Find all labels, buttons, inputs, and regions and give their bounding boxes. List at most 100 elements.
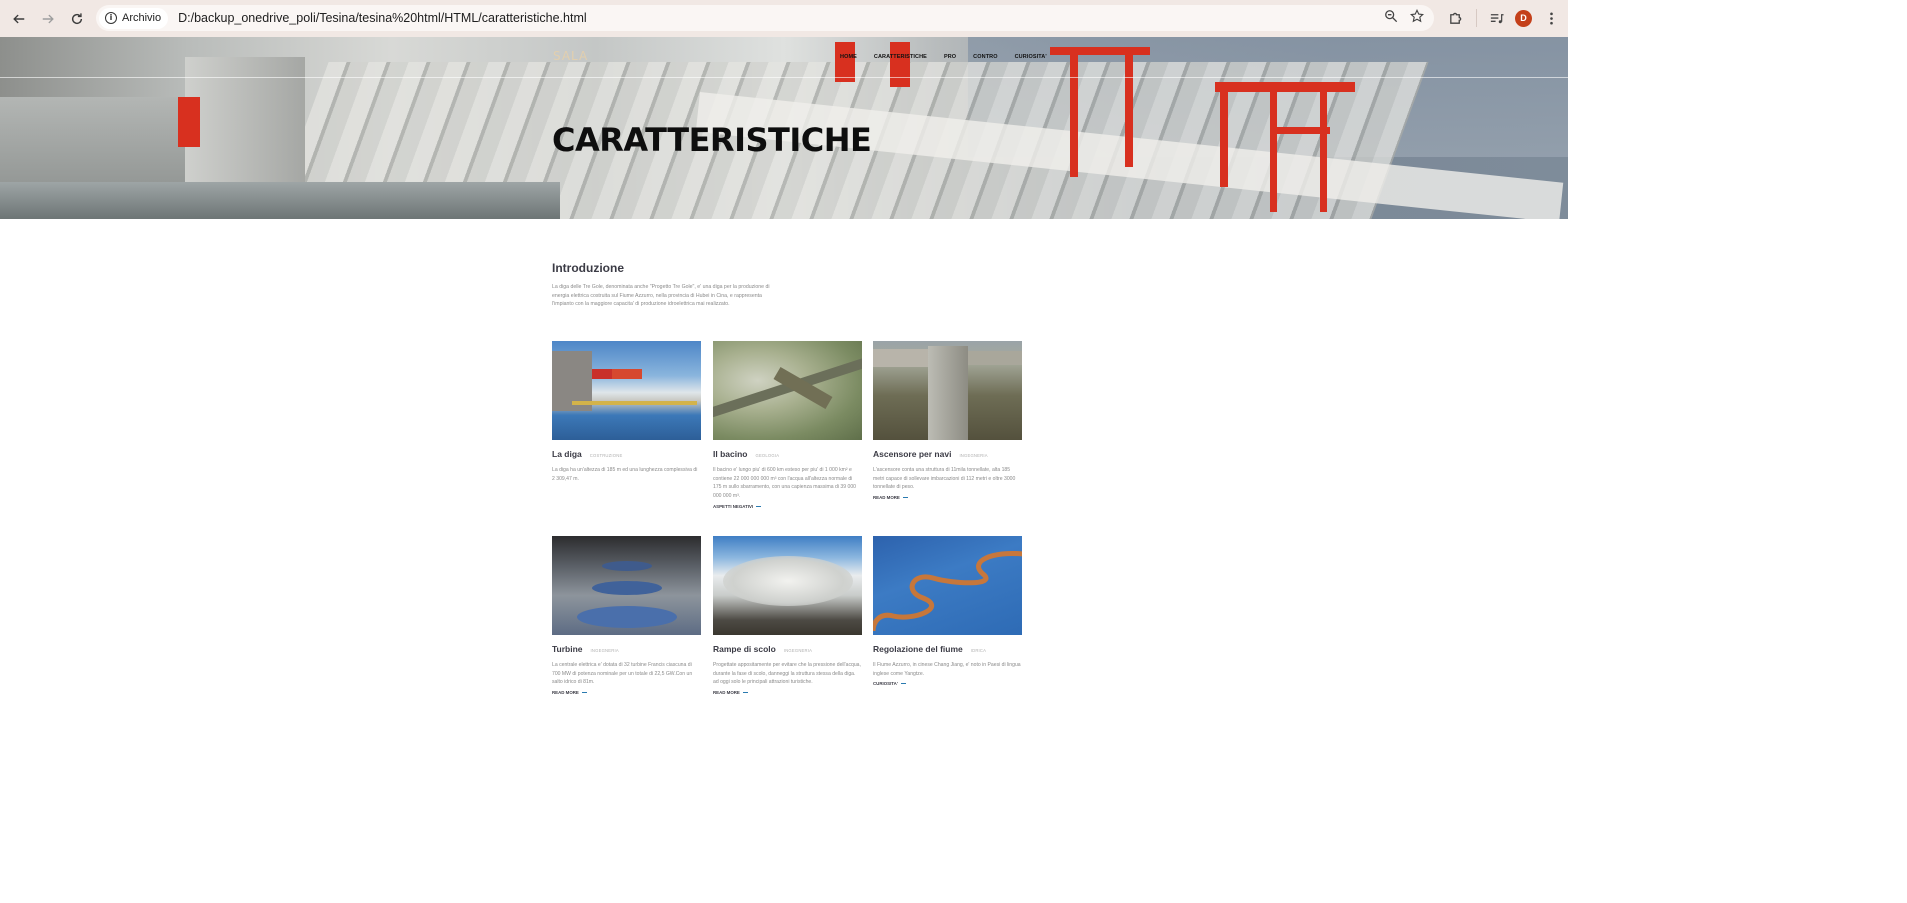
card-image-basin[interactable] <box>713 341 862 440</box>
nav-contro[interactable]: CONTRO <box>973 54 997 60</box>
site-logo[interactable]: SALA <box>553 49 588 63</box>
read-more-link[interactable]: ASPETTI NEGATIVI <box>713 504 862 509</box>
read-more-label: CURIOSITA' <box>873 681 898 687</box>
browser-toolbar: i Archivio D:/backup_onedrive_poli/Tesin… <box>0 0 1568 37</box>
crane <box>1270 92 1277 212</box>
card-description: La centrale elettrica e' dotata di 32 tu… <box>552 662 693 686</box>
card-category: GEOLOGIA <box>755 453 780 458</box>
read-more-link[interactable]: CURIOSITA' <box>873 681 1022 686</box>
site-info-chip[interactable]: i Archivio <box>99 7 169 29</box>
hero-building <box>185 57 305 182</box>
site-nav: HOME CARATTERISTICHE PRO CONTRO CURIOSIT… <box>840 54 1064 60</box>
arrow-dash-icon <box>756 505 762 507</box>
image-turbine-disk <box>577 606 677 628</box>
crane <box>1320 92 1327 212</box>
crane <box>1070 47 1078 177</box>
more-vertical-icon <box>1549 12 1553 24</box>
arrow-left-icon <box>13 14 25 23</box>
arrow-dash-icon <box>900 683 906 685</box>
intro-heading: Introduzione <box>552 261 624 275</box>
card-description: Progettate appositamente per evitare che… <box>713 662 861 686</box>
card-il-bacino: Il bacino GEOLOGIA Il bacino e' lungo pi… <box>713 341 862 509</box>
card-image-shiplift[interactable] <box>873 341 1022 440</box>
card-title[interactable]: Regolazione del fiume <box>873 644 963 654</box>
card-category: COSTRUZIONE <box>589 453 623 458</box>
card-description: Il bacino e' lungo piu' di 600 km esteso… <box>713 467 856 500</box>
image-dam-crane <box>612 369 642 379</box>
info-icon: i <box>105 12 117 24</box>
card-la-diga: La diga COSTRUZIONE La diga ha un'altezz… <box>552 341 701 483</box>
back-button[interactable] <box>8 8 30 30</box>
crane <box>1220 92 1228 187</box>
card-image-dam[interactable] <box>552 341 701 440</box>
puzzle-icon <box>1449 12 1461 24</box>
url-text[interactable]: D:/backup_onedrive_poli/Tesina/tesina%20… <box>178 11 587 25</box>
card-image-river[interactable] <box>873 536 1022 635</box>
profile-avatar[interactable]: D <box>1515 9 1532 27</box>
toolbar-divider <box>1476 9 1477 27</box>
card-title[interactable]: Il bacino <box>713 449 747 459</box>
crane <box>1275 127 1330 134</box>
address-bar[interactable]: i Archivio D:/backup_onedrive_poli/Tesin… <box>96 5 1434 31</box>
card-image-turbines[interactable] <box>552 536 701 635</box>
read-more-label: READ MORE <box>873 495 900 501</box>
card-regolazione: Regolazione del fiume IDRICA Il Fiume Az… <box>873 536 1022 686</box>
image-spillway-spray <box>723 556 853 606</box>
crane <box>890 42 910 87</box>
intro-text: La diga delle Tre Gole, denominata anche… <box>552 284 770 308</box>
zoom-icon[interactable] <box>1384 9 1398 23</box>
card-description: L'ascensore conta una struttura di 11mil… <box>873 467 1016 491</box>
site-info-label: Archivio <box>122 12 162 24</box>
image-turbine-disk <box>592 581 662 595</box>
nav-pro[interactable]: PRO <box>944 54 956 60</box>
card-turbine: Turbine INGEGNERIA La centrale elettrica… <box>552 536 701 695</box>
playlist-icon <box>1490 13 1504 23</box>
card-title[interactable]: Turbine <box>552 644 583 654</box>
read-more-label: READ MORE <box>552 690 579 696</box>
reload-button[interactable] <box>66 8 88 30</box>
crane <box>1125 47 1133 167</box>
nav-divider-line <box>0 77 1568 78</box>
arrow-dash-icon <box>581 692 587 694</box>
menu-button[interactable] <box>1540 7 1562 29</box>
card-category: IDRICA <box>970 648 987 653</box>
nav-curiosita[interactable]: CURIOSITA' <box>1015 54 1047 60</box>
image-dam-walkway <box>572 401 697 405</box>
arrow-right-icon <box>42 14 54 23</box>
nav-caratteristiche[interactable]: CARATTERISTICHE <box>874 54 927 60</box>
crane <box>1215 82 1355 92</box>
arrow-dash-icon <box>902 497 908 499</box>
image-turbine-disk <box>602 561 652 571</box>
image-river-meander <box>873 550 1022 632</box>
read-more-link[interactable]: READ MORE <box>713 690 862 695</box>
bookmark-star-icon[interactable] <box>1410 9 1424 23</box>
read-more-link[interactable]: READ MORE <box>873 495 1022 500</box>
card-description: La diga ha un'altezza di 185 m ed una lu… <box>552 467 698 482</box>
read-more-label: ASPETTI NEGATIVI <box>713 503 754 509</box>
read-more-link[interactable]: READ MORE <box>552 690 701 695</box>
media-controls-button[interactable] <box>1485 7 1507 29</box>
card-title[interactable]: Ascensore per navi <box>873 449 951 459</box>
image-shiplift-dam <box>873 349 928 367</box>
card-description: Il Fiume Azzurro, in cinese Chang Jiang,… <box>873 662 1021 677</box>
card-title[interactable]: La diga <box>552 449 582 459</box>
forward-button[interactable] <box>37 8 59 30</box>
card-rampe-di-scolo: Rampe di scolo INGEGNERIA Progettate app… <box>713 536 862 695</box>
reload-icon <box>71 12 83 24</box>
page-title: CARATTERISTICHE <box>552 121 872 159</box>
read-more-label: READ MORE <box>713 690 740 696</box>
crane <box>1050 47 1150 55</box>
card-image-spillway[interactable] <box>713 536 862 635</box>
card-category: INGEGNERIA <box>959 453 988 458</box>
arrow-dash-icon <box>742 692 748 694</box>
card-title[interactable]: Rampe di scolo <box>713 644 776 654</box>
card-ascensore: Ascensore per navi INGEGNERIA L'ascensor… <box>873 341 1022 500</box>
image-shiplift-tower <box>928 346 968 440</box>
card-category: INGEGNERIA <box>590 648 619 653</box>
extensions-button[interactable] <box>1444 7 1466 29</box>
crane <box>835 42 855 82</box>
card-category: INGEGNERIA <box>783 648 813 653</box>
nav-home[interactable]: HOME <box>840 54 857 60</box>
hero-banner: SALA HOME CARATTERISTICHE PRO CONTRO CUR… <box>0 37 1568 219</box>
image-shiplift-dam <box>968 351 1022 365</box>
